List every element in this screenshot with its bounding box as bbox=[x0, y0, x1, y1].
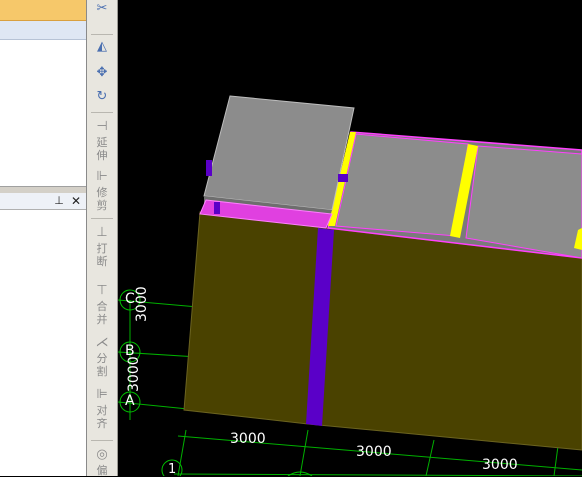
panel-title-bar bbox=[0, 0, 86, 21]
trim-icon: ⊩ bbox=[96, 169, 108, 184]
scissors-icon: ✂ bbox=[96, 1, 108, 16]
pin-icon[interactable]: ⊥ bbox=[53, 193, 65, 209]
trim-tool[interactable]: ⊩ 修剪 bbox=[87, 168, 117, 212]
mirror-tool-button[interactable]: ◭ bbox=[87, 38, 117, 56]
selected-row[interactable] bbox=[0, 21, 86, 40]
model-canvas bbox=[118, 95, 582, 476]
dimension-bottom-1: 3000 bbox=[230, 431, 266, 447]
offset-label: 偏 bbox=[96, 464, 108, 477]
small-column bbox=[214, 202, 220, 214]
split-icon: ⋌ bbox=[95, 335, 109, 350]
mirror-icon: ◭ bbox=[97, 39, 107, 54]
toolbar-separator bbox=[91, 112, 113, 113]
dimension-vertical-bottom: 3000 bbox=[126, 356, 142, 392]
dimension-bottom-2: 3000 bbox=[356, 444, 392, 460]
toolbar-separator bbox=[91, 218, 113, 219]
break-icon: ⊥ bbox=[96, 225, 108, 240]
mirror-tool[interactable]: ✂ bbox=[87, 0, 117, 18]
split-tool[interactable]: ⋌ 分割 bbox=[87, 334, 117, 378]
toolbar-separator bbox=[91, 440, 113, 441]
tick bbox=[425, 439, 435, 476]
axis-label-a: A bbox=[125, 393, 135, 409]
split-label: 分割 bbox=[96, 352, 108, 378]
close-icon[interactable]: ✕ bbox=[70, 193, 82, 209]
break-tool[interactable]: ⊥ 打断 bbox=[87, 224, 117, 268]
merge-tool[interactable]: ⊤ 合并 bbox=[87, 282, 117, 326]
align-label: 对齐 bbox=[96, 404, 108, 430]
tick bbox=[553, 445, 559, 476]
rotate-tool[interactable]: ↻ bbox=[87, 88, 117, 106]
properties-pane-header: ⊥ ✕ bbox=[0, 193, 86, 210]
tick bbox=[299, 429, 309, 476]
merge-icon: ⊤ bbox=[96, 283, 108, 298]
toolbar-separator bbox=[91, 34, 113, 35]
left-dock-panel: ⊥ ✕ bbox=[0, 0, 87, 476]
extend-icon: ⊣ bbox=[96, 119, 108, 134]
break-label: 打断 bbox=[96, 242, 108, 268]
slab-panel bbox=[465, 145, 582, 259]
offset-icon: ◎ bbox=[96, 447, 108, 462]
3d-model-viewport[interactable]: C B A 1 3000 3000 3000 3000 3000 bbox=[118, 0, 582, 476]
align-icon: ⊫ bbox=[96, 387, 108, 402]
small-column bbox=[206, 160, 212, 176]
dimension-vertical-top: 3000 bbox=[134, 286, 150, 322]
slab-panel bbox=[335, 133, 469, 237]
small-column bbox=[338, 174, 348, 182]
extend-tool[interactable]: ⊣ 延伸 bbox=[87, 118, 117, 162]
merge-label: 合并 bbox=[96, 300, 108, 326]
extend-label: 延伸 bbox=[96, 136, 108, 162]
align-tool[interactable]: ⊫ 对齐 bbox=[87, 386, 117, 430]
dimension-bottom-3: 3000 bbox=[482, 457, 518, 473]
raised-slab bbox=[203, 95, 355, 211]
rotate-icon: ↻ bbox=[96, 89, 108, 104]
axis-label-1: 1 bbox=[168, 462, 177, 476]
offset-tool[interactable]: ◎ 偏 bbox=[87, 446, 117, 477]
modify-toolbar: ✂ ◭ ✥ ↻ ⊣ 延伸 ⊩ 修剪 ⊥ 打断 ⊤ 合并 ⋌ 分割 ⊫ 对齐 ◎ … bbox=[87, 0, 118, 477]
move-tool[interactable]: ✥ bbox=[87, 64, 117, 82]
move-icon: ✥ bbox=[96, 65, 108, 80]
trim-label: 修剪 bbox=[96, 186, 108, 212]
